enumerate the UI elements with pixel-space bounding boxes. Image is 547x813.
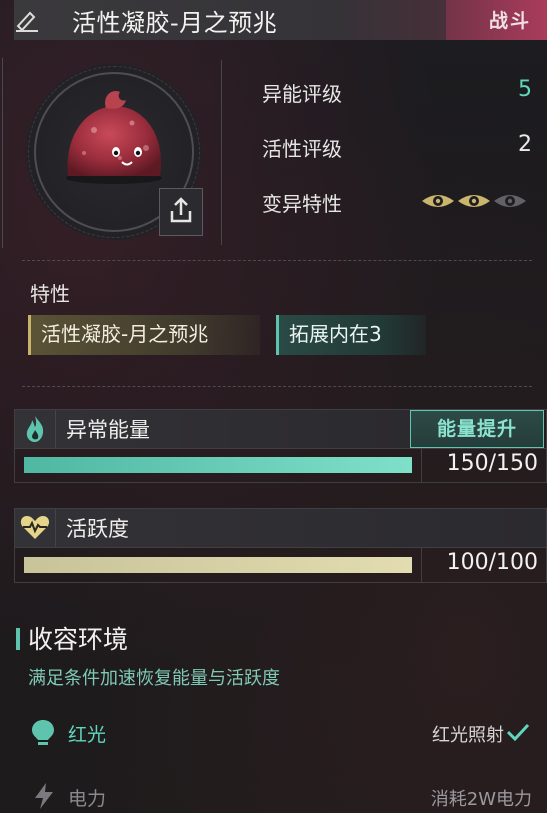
energy-value: 150/150 — [446, 451, 538, 476]
combat-tag-label: 战斗 — [488, 10, 531, 32]
panel-divider — [421, 547, 422, 582]
energy-boost-button[interactable]: 能量提升 — [410, 410, 544, 448]
traits-section-label: 特性 — [30, 282, 70, 306]
energy-bar-fill — [24, 457, 412, 473]
environment-title: 收容环境 — [28, 625, 129, 654]
activity-bar-fill — [24, 557, 412, 573]
red-gel-creature-image — [66, 90, 162, 184]
heartbeat-icon — [20, 516, 50, 539]
energy-bar-track — [24, 457, 412, 473]
activity-rating-value: 2 — [518, 132, 532, 157]
lightning-icon — [35, 783, 53, 809]
divider — [22, 386, 532, 387]
mutation-eye-icons — [422, 195, 526, 207]
activity-bar-track — [24, 557, 412, 573]
energy-label: 异常能量 — [66, 418, 150, 442]
activity-label: 活跃度 — [66, 517, 129, 541]
environment-description: 满足条件加速恢复能量与活跃度 — [28, 668, 280, 689]
panel-divider — [15, 547, 546, 548]
flame-icon — [26, 416, 44, 442]
lightbulb-icon — [32, 720, 54, 745]
combat-tag: 战斗 — [446, 0, 547, 40]
trait-chip-gel[interactable]: 活性凝胶-月之预兆 — [28, 315, 260, 355]
creature-name: 活性凝胶-月之预兆 — [72, 9, 278, 37]
share-icon — [170, 197, 192, 223]
env-status-power: 消耗2W电力 — [430, 789, 532, 810]
frame-line — [2, 58, 3, 248]
energy-icon-box — [15, 410, 56, 448]
share-button[interactable] — [159, 188, 203, 236]
eye-icon-active — [458, 195, 490, 207]
eye-icon-active — [422, 195, 454, 207]
activity-value: 100/100 — [446, 550, 538, 575]
activity-icon-box — [15, 509, 56, 547]
ability-rating-label: 异能评级 — [262, 82, 342, 106]
portrait-separator — [221, 60, 222, 245]
activity-rating-label: 活性评级 — [262, 137, 342, 161]
check-icon — [506, 723, 530, 742]
env-requirement-red-light: 红光 — [68, 724, 107, 746]
mutation-eyes — [420, 190, 532, 212]
ability-rating-value: 5 — [518, 77, 532, 102]
divider — [22, 260, 532, 261]
panel-divider — [421, 448, 422, 482]
eye-icon-inactive — [494, 195, 526, 207]
env-status-red-light: 红光照射 — [432, 725, 504, 746]
env-requirement-power: 电力 — [68, 788, 107, 810]
trait-chip-expand[interactable]: 拓展内在3 — [276, 315, 426, 355]
mutation-label: 变异特性 — [262, 192, 342, 216]
section-marker — [16, 628, 20, 650]
edit-name-icon[interactable] — [14, 8, 40, 32]
panel-divider — [15, 448, 546, 449]
